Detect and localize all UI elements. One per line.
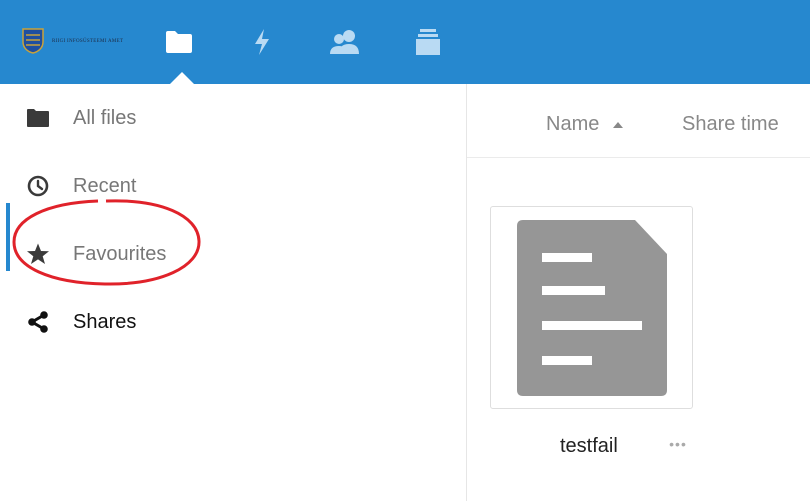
- activity-app-button[interactable]: [244, 24, 280, 60]
- file-list-area: Name Share time testfail •••: [467, 84, 810, 501]
- active-nav-indicator: [6, 203, 10, 271]
- sidebar-item-label: Shares: [73, 310, 137, 333]
- document-icon: [517, 220, 667, 396]
- sidebar-item-label: Favourites: [73, 242, 167, 265]
- file-name[interactable]: testfail: [560, 435, 618, 458]
- app-header: RIIGI INFOSÜSTEEMI AMET: [0, 0, 810, 84]
- sort-by-name-header[interactable]: Name: [546, 113, 624, 136]
- file-thumbnail-card[interactable]: [490, 206, 693, 409]
- share-time-column-label: Share time: [682, 113, 779, 135]
- navigation-sidebar: All files Recent Favourites Shares: [0, 84, 466, 501]
- sidebar-item-all-files[interactable]: All files: [0, 94, 466, 142]
- star-icon: [24, 240, 52, 268]
- deck-app-button[interactable]: [410, 24, 446, 60]
- active-app-indicator: [170, 72, 194, 84]
- name-column-label: Name: [546, 113, 600, 135]
- sort-by-share-time-header[interactable]: Share time: [682, 113, 779, 136]
- sidebar-item-recent[interactable]: Recent: [0, 162, 466, 210]
- sidebar-item-label: Recent: [73, 174, 137, 197]
- logo-text: RIIGI INFOSÜSTEEMI AMET: [52, 38, 124, 44]
- crest-icon: [22, 28, 44, 54]
- sidebar-item-label: All files: [73, 106, 137, 129]
- contacts-icon: [330, 30, 359, 54]
- sort-ascending-icon: [613, 121, 624, 128]
- folder-icon: [24, 104, 52, 132]
- contacts-app-button[interactable]: [327, 24, 363, 60]
- logo[interactable]: RIIGI INFOSÜSTEEMI AMET: [22, 26, 123, 56]
- column-header-bar: Name Share time: [467, 84, 810, 158]
- clock-icon: [24, 172, 52, 200]
- lightning-icon: [255, 29, 269, 55]
- files-app-button[interactable]: [161, 24, 197, 60]
- share-icon: [24, 308, 52, 336]
- sidebar-item-favourites[interactable]: Favourites: [0, 230, 466, 278]
- folder-icon: [166, 31, 192, 53]
- sidebar-item-shares[interactable]: Shares: [0, 298, 466, 346]
- stack-icon: [416, 29, 440, 55]
- file-actions-menu[interactable]: •••: [663, 434, 693, 454]
